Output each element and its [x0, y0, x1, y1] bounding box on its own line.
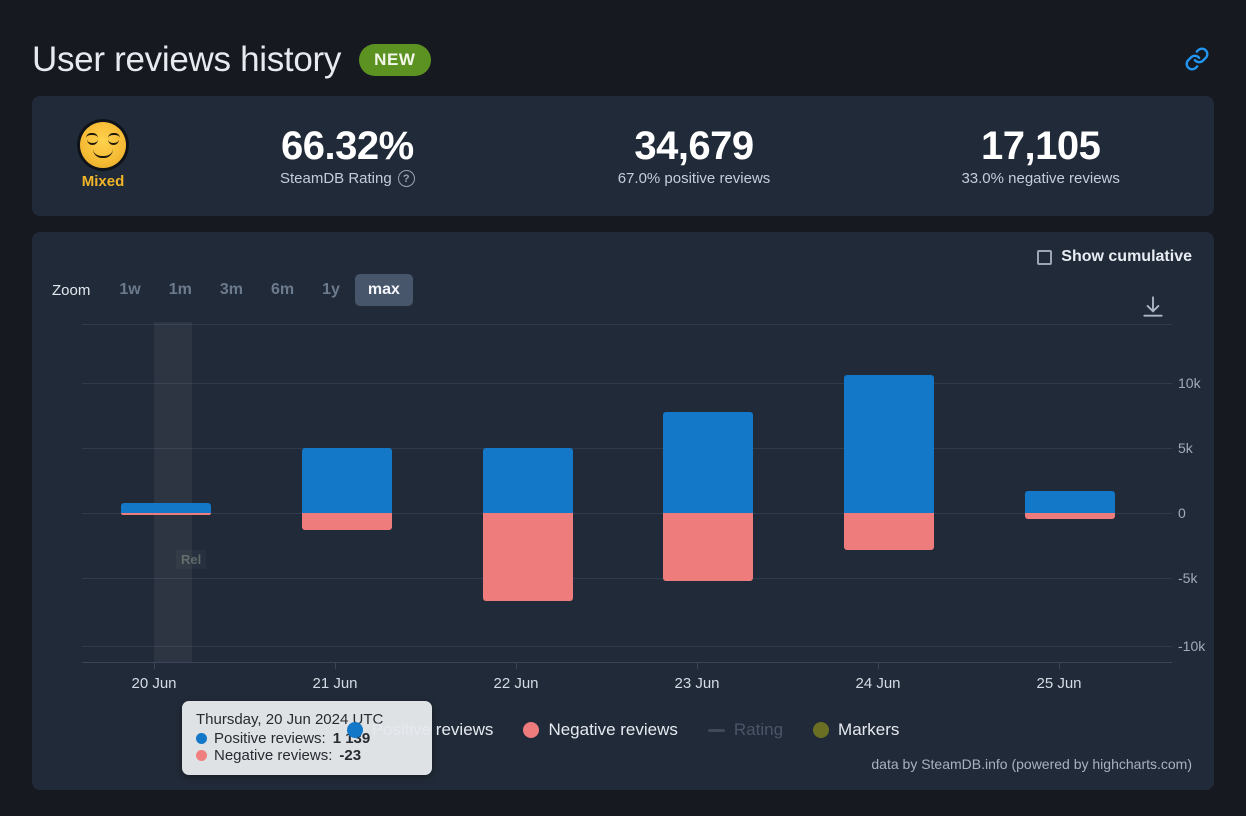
show-cumulative-toggle[interactable]: Show cumulative [1037, 248, 1192, 266]
summary-panel: Mixed 66.32% SteamDB Rating ? 34,679 67.… [32, 96, 1214, 216]
zoom-button-1m[interactable]: 1m [156, 274, 205, 306]
zoom-button-1w[interactable]: 1w [106, 274, 153, 306]
positive-reviews-value: 34,679 [634, 124, 754, 168]
show-cumulative-checkbox[interactable] [1037, 249, 1053, 265]
tooltip-row-negative: Negative reviews: -23 [196, 747, 418, 764]
legend-dot-positive [346, 722, 363, 738]
new-badge: NEW [359, 44, 431, 76]
y-axis-label: -5k [1178, 570, 1198, 586]
gridline [82, 324, 1172, 325]
link-icon[interactable] [1180, 42, 1214, 76]
zoom-button-max[interactable]: max [354, 274, 413, 306]
legend-dot-negative [523, 722, 540, 738]
legend-dot-markers [813, 722, 830, 738]
negative-reviews-label: 33.0% negative reviews [961, 170, 1120, 187]
verdict-cell: Mixed [32, 122, 174, 190]
y-axis-label: 0 [1178, 505, 1186, 521]
bar-positive-25-jun[interactable] [1025, 491, 1115, 513]
x-axis-label: 23 Jun [674, 675, 720, 692]
legend-label-negative: Negative reviews [548, 720, 678, 739]
bar-negative-23-jun[interactable] [663, 513, 753, 581]
negative-reviews-cell: 17,105 33.0% negative reviews [867, 125, 1214, 187]
chart-legend: Positive reviews Negative reviews Rating… [32, 720, 1214, 740]
download-icon[interactable] [1140, 294, 1166, 320]
x-axis-label: 20 Jun [131, 675, 177, 692]
help-icon[interactable]: ? [397, 170, 415, 187]
negative-reviews-value: 17,105 [981, 124, 1101, 168]
bar-positive-23-jun[interactable] [663, 412, 753, 513]
bar-negative-20-jun[interactable] [121, 513, 211, 515]
x-axis-label: 25 Jun [1036, 675, 1082, 692]
verdict-label: Mixed [81, 173, 125, 190]
tooltip-dot-negative [196, 750, 207, 761]
steamdb-rating-text: SteamDB Rating [279, 170, 392, 187]
steamdb-rating-label: SteamDB Rating ? [280, 170, 415, 187]
legend-label-positive: Positive reviews [371, 720, 494, 739]
bar-positive-21-jun[interactable] [302, 448, 392, 513]
legend-label-rating: Rating [733, 720, 784, 739]
chart-panel: Show cumulative Zoom 1w 1m 3m 6m 1y max [32, 232, 1214, 790]
tooltip-label-negative: Negative reviews: [214, 747, 333, 764]
x-axis-label: 22 Jun [493, 675, 539, 692]
x-axis-label: 21 Jun [312, 675, 358, 692]
legend-item-rating[interactable]: Rating [707, 720, 784, 740]
bar-negative-25-jun[interactable] [1025, 513, 1115, 519]
crosshair-band [154, 322, 192, 662]
gridline [82, 578, 1172, 579]
x-axis: 20 Jun 21 Jun 22 Jun 23 Jun 24 Jun 25 Ju… [82, 662, 1172, 692]
legend-item-markers[interactable]: Markers [813, 720, 899, 740]
bar-positive-22-jun[interactable] [483, 448, 573, 513]
page-title: User reviews history [32, 39, 342, 79]
chart-credit: data by SteamDB.info (powered by highcha… [871, 756, 1192, 772]
gridline [82, 448, 1172, 449]
chart-plot-area[interactable]: 10k 5k 0 -5k -10k Rel [50, 322, 1222, 662]
zoom-button-6m[interactable]: 6m [258, 274, 307, 306]
bar-positive-20-jun[interactable] [121, 503, 211, 513]
show-cumulative-label: Show cumulative [1061, 248, 1192, 265]
zoom-button-3m[interactable]: 3m [207, 274, 256, 306]
bar-negative-24-jun[interactable] [844, 513, 934, 550]
relieved-face-icon [80, 122, 126, 168]
legend-item-negative-reviews[interactable]: Negative reviews [523, 720, 678, 740]
y-axis-label: -10k [1178, 638, 1206, 654]
y-axis-label: 5k [1178, 440, 1193, 456]
page-header: User reviews history NEW [32, 0, 1214, 92]
steamdb-rating-cell: 66.32% SteamDB Rating ? [174, 125, 521, 187]
gridline [82, 383, 1172, 384]
steamdb-rating-value: 66.32% [281, 124, 414, 168]
gridline [82, 646, 1172, 647]
legend-item-positive-reviews[interactable]: Positive reviews [346, 720, 494, 740]
x-axis-label: 24 Jun [855, 675, 901, 692]
zoom-range-selector: Zoom 1w 1m 3m 6m 1y max [52, 274, 413, 306]
positive-reviews-label: 67.0% positive reviews [617, 170, 771, 187]
legend-line-rating [707, 728, 725, 732]
tooltip-value-negative: -23 [339, 747, 362, 764]
zoom-label: Zoom [52, 281, 91, 299]
zoom-button-1y[interactable]: 1y [309, 274, 353, 306]
gridline-zero [82, 513, 1172, 514]
release-marker-label: Rel [176, 550, 206, 569]
user-reviews-history-page: User reviews history NEW Mixed 66.32% St… [0, 0, 1246, 816]
positive-reviews-cell: 34,679 67.0% positive reviews [521, 125, 868, 187]
bar-negative-22-jun[interactable] [483, 513, 573, 601]
y-axis-label: 10k [1178, 375, 1201, 391]
legend-label-markers: Markers [838, 720, 900, 739]
bar-negative-21-jun[interactable] [302, 513, 392, 530]
bar-positive-24-jun[interactable] [844, 375, 934, 513]
